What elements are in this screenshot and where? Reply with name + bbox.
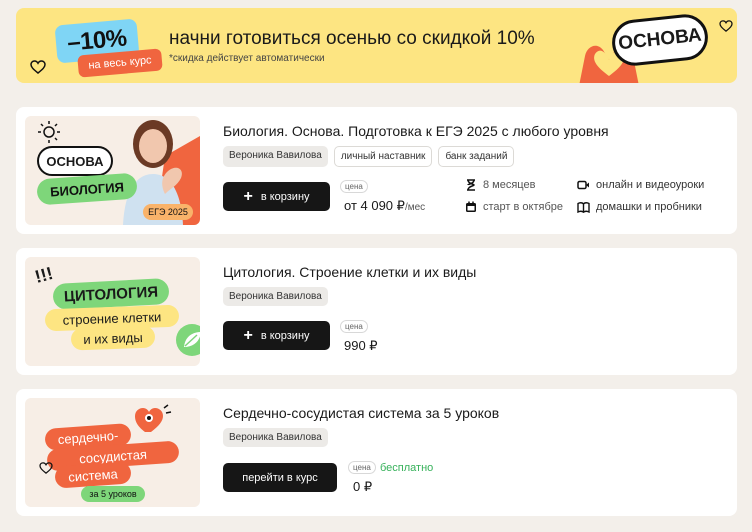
- book-icon: [577, 201, 590, 213]
- heart-outline-icon: [39, 462, 53, 474]
- feature-homework-label: домашки и пробники: [596, 201, 702, 213]
- osnova-bubble: ОСНОВА: [609, 12, 711, 68]
- feature-start: старт в октябре: [465, 201, 563, 213]
- course-title[interactable]: Биология. Основа. Подготовка к ЕГЭ 2025 …: [223, 123, 609, 139]
- promo-banner[interactable]: –10% на весь курс начни готовиться осень…: [16, 8, 737, 83]
- price-value: от 4 090 ₽/мес: [344, 198, 425, 214]
- thumb-title-label-3: система: [67, 465, 119, 485]
- feature-start-label: старт в октябре: [483, 201, 563, 213]
- hourglass-icon: [467, 179, 475, 191]
- course-card[interactable]: ОСНОВА БИОЛОГИЯ ЕГЭ 2025 Биология. Основ…: [16, 107, 737, 234]
- video-camera-icon: [577, 180, 589, 190]
- add-to-cart-button[interactable]: + в корзину: [223, 321, 330, 350]
- price-label: цена: [340, 320, 368, 333]
- course-thumbnail: !!! ЦИТОЛОГИЯ строение клетки и их виды: [25, 257, 200, 366]
- price-amount: 990 ₽: [344, 338, 378, 353]
- feature-duration-label: 8 месяцев: [483, 179, 536, 191]
- promo-headline: начни готовиться осенью со скидкой 10%: [169, 28, 535, 49]
- teacher-chip[interactable]: Вероника Вавилова: [223, 428, 328, 447]
- thumb-lessons-label: за 5 уроков: [89, 489, 137, 499]
- add-to-cart-label: в корзину: [260, 329, 310, 342]
- price-value: 990 ₽: [344, 338, 378, 354]
- tag-chip: банк заданий: [438, 146, 515, 167]
- thumb-exam-label: ЕГЭ 2025: [148, 207, 188, 217]
- teacher-chip[interactable]: Вероника Вавилова: [223, 146, 328, 167]
- course-thumbnail: сердечно- сосудистая система за 5 уроков: [25, 398, 200, 507]
- course-tags: Вероника Вавилова: [223, 428, 328, 447]
- thumb-title-pill: система: [54, 461, 132, 489]
- price-label: цена: [348, 461, 376, 474]
- calendar-icon: [466, 201, 476, 212]
- plus-icon: +: [243, 187, 253, 205]
- thumb-osnova-pill: ОСНОВА: [37, 146, 113, 176]
- thumb-title-label: ЦИТОЛОГИЯ: [63, 283, 159, 305]
- free-label: бесплатно: [380, 462, 434, 474]
- course-card[interactable]: сердечно- сосудистая система за 5 уроков…: [16, 389, 737, 516]
- heart-outline-icon: [719, 20, 733, 32]
- thumb-lessons-badge: за 5 уроков: [81, 486, 145, 502]
- teacher-chip[interactable]: Вероника Вавилова: [223, 287, 328, 306]
- price-value: 0 ₽: [353, 479, 372, 495]
- sun-icon: [38, 121, 60, 143]
- price-label: цена: [340, 180, 368, 193]
- thumb-subtitle-pill: и их виды: [70, 325, 156, 351]
- course-thumbnail: ОСНОВА БИОЛОГИЯ ЕГЭ 2025: [25, 116, 200, 225]
- go-to-course-button[interactable]: перейти в курс: [223, 463, 337, 492]
- price-amount: 0 ₽: [353, 479, 373, 494]
- thumb-subtitle-label-1: строение клетки: [62, 308, 162, 328]
- feature-format: онлайн и видеоуроки: [577, 179, 704, 191]
- add-to-cart-label: в корзину: [260, 190, 310, 203]
- discount-tag-label: на весь курс: [87, 54, 153, 72]
- course-tags: Вероника Вавилова личный наставник банк …: [223, 146, 515, 167]
- osnova-bubble-label: ОСНОВА: [617, 24, 703, 55]
- price-suffix: /мес: [404, 202, 426, 213]
- thumb-osnova-label: ОСНОВА: [46, 153, 104, 169]
- feature-homework: домашки и пробники: [577, 201, 702, 213]
- tag-chip: личный наставник: [333, 146, 433, 167]
- thumb-exam-badge: ЕГЭ 2025: [143, 204, 193, 220]
- go-to-course-label: перейти в курс: [242, 471, 318, 484]
- course-tags: Вероника Вавилова: [223, 287, 328, 306]
- leaf-icon: [176, 324, 200, 356]
- promo-footnote: *скидка действует автоматически: [169, 53, 325, 64]
- course-title[interactable]: Цитология. Строение клетки и их виды: [223, 264, 476, 280]
- thumb-subject-label: БИОЛОГИЯ: [49, 178, 125, 200]
- feature-duration: 8 месяцев: [465, 179, 535, 191]
- thumb-exclamation-marks: !!!: [32, 263, 56, 288]
- course-title[interactable]: Сердечно-сосудистая система за 5 уроков: [223, 405, 499, 421]
- plus-icon: +: [243, 326, 253, 344]
- feature-format-label: онлайн и видеоуроки: [596, 179, 705, 191]
- price-amount: от 4 090 ₽: [344, 198, 405, 213]
- thumb-title-label-1: сердечно-: [57, 427, 119, 447]
- thumb-subtitle-label-2: и их виды: [83, 329, 143, 347]
- heart-eye-icon: [135, 404, 172, 432]
- add-to-cart-button[interactable]: + в корзину: [223, 182, 330, 211]
- course-card[interactable]: !!! ЦИТОЛОГИЯ строение клетки и их виды …: [16, 248, 737, 375]
- heart-outline-icon: [30, 60, 46, 74]
